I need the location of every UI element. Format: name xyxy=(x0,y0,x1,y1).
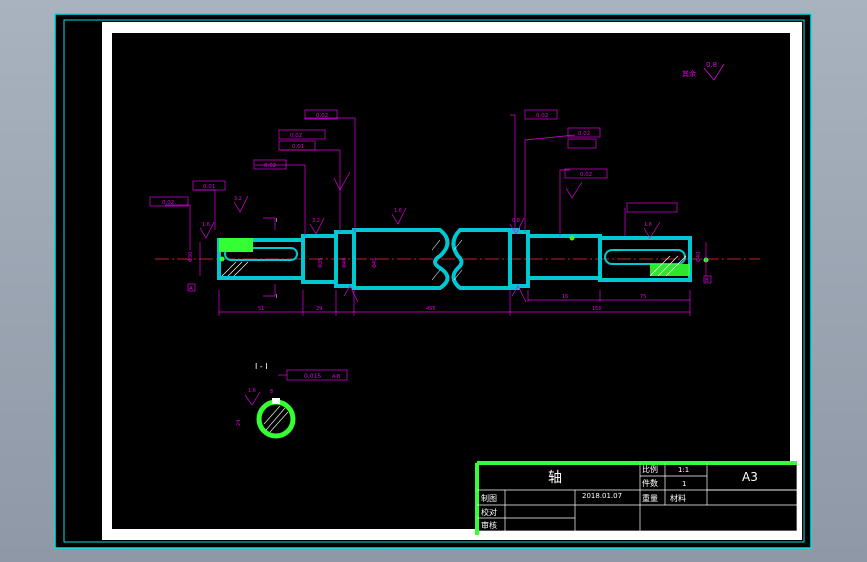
svg-text:重量: 重量 xyxy=(642,493,658,503)
svg-text:B: B xyxy=(705,278,709,284)
svg-text:1.6: 1.6 xyxy=(202,222,210,228)
svg-text:3.2: 3.2 xyxy=(312,218,320,224)
svg-text:150: 150 xyxy=(592,306,602,312)
svg-text:0.02: 0.02 xyxy=(162,200,174,206)
svg-text:1:1: 1:1 xyxy=(678,466,689,474)
roughness-note: 其余 xyxy=(682,69,696,78)
svg-text:Φ35: Φ35 xyxy=(318,258,324,268)
svg-text:审核: 审核 xyxy=(481,520,497,530)
svg-text:I: I xyxy=(276,218,277,224)
highlight-dot xyxy=(569,235,575,241)
svg-text:制图: 制图 xyxy=(481,493,497,503)
svg-text:0.02: 0.02 xyxy=(264,163,276,169)
paper-size: A3 xyxy=(742,470,758,484)
svg-text:件数: 件数 xyxy=(642,478,658,488)
svg-text:8: 8 xyxy=(270,389,273,395)
svg-text:A-B: A-B xyxy=(332,374,341,380)
svg-text:51: 51 xyxy=(258,306,264,312)
svg-text:0.02: 0.02 xyxy=(578,131,590,137)
svg-text:0.02: 0.02 xyxy=(580,172,592,178)
svg-text:1: 1 xyxy=(682,480,686,488)
svg-text:Φ40: Φ40 xyxy=(342,258,348,268)
svg-text:材料: 材料 xyxy=(670,493,686,503)
svg-text:455: 455 xyxy=(426,306,436,312)
highlight-left-end xyxy=(219,238,253,252)
svg-text:Φ45: Φ45 xyxy=(372,258,378,268)
part-name: 轴 xyxy=(548,470,562,486)
title-block: 轴 比例 1:1 件数 1 A3 制图 2018.01.07 重量 材料 校对 … xyxy=(475,461,798,535)
svg-text:0.8: 0.8 xyxy=(512,218,520,224)
svg-text:3.2: 3.2 xyxy=(234,196,242,202)
svg-text:0.01: 0.01 xyxy=(292,144,304,150)
svg-text:0.01: 0.01 xyxy=(203,184,215,190)
svg-text:1.6: 1.6 xyxy=(644,222,652,228)
svg-text:Φ30: Φ30 xyxy=(188,252,194,262)
section-title: I - I xyxy=(255,362,268,371)
svg-text:校对: 校对 xyxy=(481,507,497,517)
svg-text:A: A xyxy=(189,286,193,292)
svg-text:1.6: 1.6 xyxy=(248,388,256,394)
svg-text:0.02: 0.02 xyxy=(536,113,548,119)
highlight-dot xyxy=(219,256,225,262)
svg-text:0.02: 0.02 xyxy=(316,113,328,119)
svg-text:24: 24 xyxy=(236,420,242,426)
svg-text:0.015: 0.015 xyxy=(304,373,321,380)
svg-text:比例: 比例 xyxy=(642,464,658,474)
svg-text:2018.01.07: 2018.01.07 xyxy=(582,492,622,500)
svg-text:29: 29 xyxy=(316,306,322,312)
svg-text:75: 75 xyxy=(640,294,646,300)
svg-text:1.6: 1.6 xyxy=(394,208,402,214)
roughness-value: 0.8 xyxy=(706,61,717,69)
cad-drawing-canvas[interactable]: 其余 0.8 0.02 0.01 0.02 0.02 0.01 0.02 0.0… xyxy=(0,0,867,562)
svg-text:Φ40: Φ40 xyxy=(696,252,702,262)
svg-text:16: 16 xyxy=(562,294,568,300)
svg-text:0.02: 0.02 xyxy=(290,133,302,139)
svg-text:I: I xyxy=(276,294,277,300)
